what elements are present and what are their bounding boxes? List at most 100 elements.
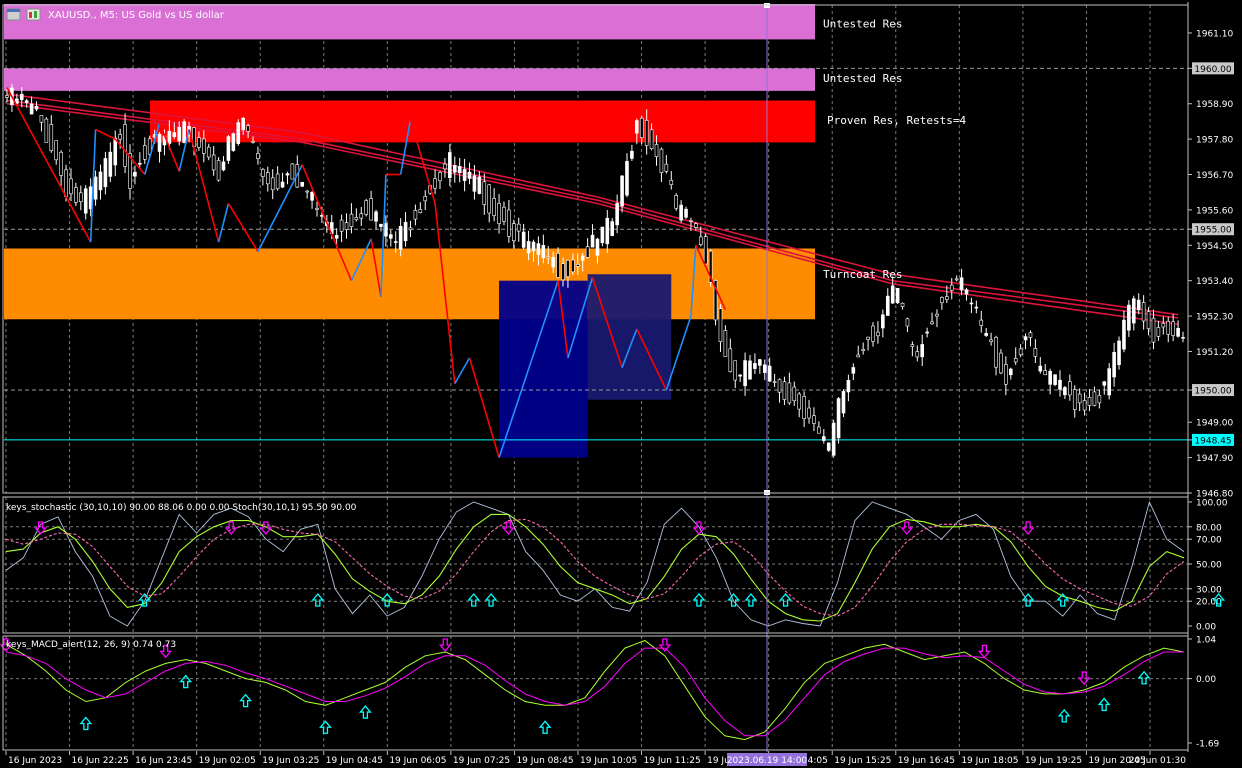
zone-label: Untested Res bbox=[823, 17, 902, 30]
candle-body bbox=[1058, 379, 1062, 390]
time-label: 19 Jun 07:25 bbox=[453, 756, 510, 766]
candle-body bbox=[782, 381, 787, 400]
time-label: 20 Jun 01:30 bbox=[1129, 756, 1186, 766]
candle-body bbox=[462, 169, 467, 181]
candle-body bbox=[177, 126, 182, 142]
candle-body bbox=[639, 117, 644, 138]
candle-body bbox=[703, 236, 708, 265]
candle-body bbox=[526, 241, 531, 254]
candle-body bbox=[280, 181, 285, 188]
candle-body bbox=[694, 223, 698, 228]
candle-body bbox=[551, 257, 555, 268]
candle-body bbox=[339, 219, 344, 232]
candle-body bbox=[423, 196, 428, 202]
stoch-level-label: 50.00 bbox=[1196, 561, 1222, 571]
candle-body bbox=[1117, 340, 1121, 365]
candle-body bbox=[477, 176, 482, 194]
time-label: 16 Jun 2023 bbox=[8, 756, 62, 766]
candle-body bbox=[920, 344, 925, 358]
candle-body bbox=[630, 150, 634, 159]
candle-body bbox=[802, 396, 806, 419]
candle-body bbox=[994, 336, 998, 368]
candle-body bbox=[556, 253, 560, 278]
candle-body bbox=[369, 198, 373, 221]
candle-body bbox=[797, 393, 802, 410]
candle-body bbox=[1053, 374, 1057, 385]
candle-body bbox=[1097, 394, 1102, 404]
candle-body bbox=[487, 184, 492, 214]
candle-body bbox=[787, 382, 792, 404]
candle-body bbox=[930, 321, 934, 325]
candle-body bbox=[1038, 365, 1043, 372]
candle-body bbox=[669, 180, 674, 185]
candle-body bbox=[1087, 397, 1092, 406]
candle-body bbox=[19, 93, 24, 101]
candle-body bbox=[452, 165, 457, 173]
candle-body bbox=[1077, 393, 1082, 404]
candle-body bbox=[502, 206, 506, 222]
candle-body bbox=[1171, 321, 1175, 336]
candle-body bbox=[689, 220, 693, 222]
candle-body bbox=[1176, 327, 1180, 337]
candle-body bbox=[246, 125, 250, 132]
candle-body bbox=[64, 169, 68, 197]
candle-body bbox=[167, 130, 172, 144]
candle-body bbox=[142, 145, 147, 160]
candle-body bbox=[482, 181, 487, 205]
candle-body bbox=[393, 241, 398, 243]
price-label: 1950.00 bbox=[1194, 387, 1231, 397]
candle-body bbox=[388, 234, 393, 239]
candle-body bbox=[113, 137, 118, 166]
candle-body bbox=[236, 122, 241, 144]
candle-body bbox=[915, 351, 920, 358]
candle-body bbox=[851, 367, 856, 374]
time-label: 19 Jun 10:05 bbox=[580, 756, 637, 766]
candle-body bbox=[1018, 348, 1023, 356]
candle-body bbox=[261, 169, 265, 177]
candle-body bbox=[974, 306, 979, 309]
candle-body bbox=[792, 386, 797, 402]
candle-body bbox=[384, 223, 388, 237]
candle-body bbox=[935, 313, 939, 317]
candle-body bbox=[118, 134, 122, 140]
candle-body bbox=[54, 140, 59, 161]
candle-body bbox=[74, 187, 78, 203]
trading-chart[interactable]: Untested Res Untested Res Proven Res, Rete… bbox=[0, 0, 1242, 768]
candle-body bbox=[881, 314, 885, 329]
candle-body bbox=[507, 209, 511, 237]
candle-body bbox=[871, 325, 875, 342]
candle-body bbox=[610, 221, 615, 236]
candle-body bbox=[285, 173, 290, 176]
candle-body bbox=[1102, 381, 1107, 386]
candle-body bbox=[1043, 370, 1048, 376]
stochastic-title: keys_stochastic (30,10,10) 90.00 88.06 0… bbox=[6, 503, 357, 513]
table-icon bbox=[6, 8, 21, 21]
candle-body bbox=[349, 213, 354, 227]
candle-body bbox=[1156, 327, 1161, 337]
candle-body bbox=[615, 203, 619, 226]
candle-body bbox=[1107, 368, 1111, 396]
candle-body bbox=[718, 308, 723, 343]
candle-body bbox=[512, 223, 516, 242]
candle-body bbox=[546, 256, 551, 259]
candle-body bbox=[571, 259, 575, 273]
candle-body bbox=[108, 151, 113, 177]
candle-body bbox=[1112, 351, 1116, 378]
candle-body bbox=[24, 100, 29, 103]
candle-body bbox=[374, 211, 378, 222]
candle-body bbox=[1063, 387, 1067, 396]
candle-body bbox=[1013, 358, 1018, 363]
price-label: 1947.90 bbox=[1196, 454, 1233, 464]
candle-body bbox=[762, 364, 767, 373]
candle-body bbox=[344, 222, 349, 230]
price-label: 1956.70 bbox=[1196, 171, 1233, 181]
candle-body bbox=[44, 118, 49, 143]
candle-body bbox=[733, 360, 738, 381]
candle-body bbox=[398, 225, 403, 250]
candle-body bbox=[315, 208, 319, 211]
candle-body bbox=[275, 173, 280, 190]
candle-body bbox=[123, 124, 127, 167]
macd-title: keys_MACD_alert(12, 26, 9) 0.74 0.73 bbox=[6, 640, 176, 650]
time-label: 19 Jun 04:45 bbox=[326, 756, 383, 766]
stoch-level-label: 70.00 bbox=[1196, 536, 1222, 546]
